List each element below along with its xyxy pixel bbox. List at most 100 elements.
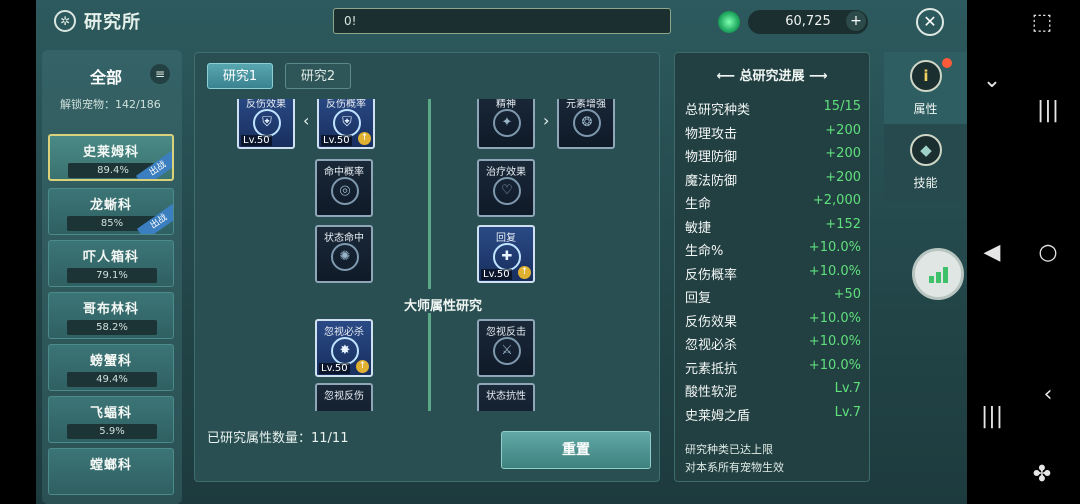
stat-row: 反伤概率 +10.0% [685, 262, 861, 284]
node-reflect-effect[interactable]: 反伤效果 ⛨ Lv.50 [237, 99, 295, 149]
stat-value: Lv.7 [834, 404, 861, 420]
target-icon: ◎ [331, 177, 359, 205]
counter-icon: ⚔ [493, 337, 521, 365]
shield-icon: ⛨ [333, 109, 361, 137]
upgrade-icon: ↑ [356, 360, 369, 373]
regen-icon: ✚ [493, 243, 521, 271]
stat-row: 敏捷 +152 [685, 215, 861, 237]
menu-icon[interactable]: ≡ [150, 64, 170, 84]
node-element-boost[interactable]: 元素增强 ❂ [557, 99, 615, 149]
family-progress: 79.1% [67, 268, 157, 283]
node-regen[interactable]: 回复 ✚ Lv.50 ↑ [477, 225, 535, 283]
stat-name: 忽视必杀 [685, 338, 738, 353]
stat-value: +50 [833, 287, 861, 302]
page-title: 研究所 [84, 12, 141, 33]
heart-icon: ♡ [493, 177, 521, 205]
tab-research-2[interactable]: 研究2 [285, 63, 351, 89]
stat-value: +10.0% [808, 334, 861, 349]
filter-all-label[interactable]: 全部 [90, 64, 122, 88]
stat-name: 回复 [685, 291, 712, 306]
stat-row: 回复 +50 [685, 285, 861, 307]
recents-icon[interactable]: ||| [1033, 98, 1063, 123]
stat-name: 酸性软泥 [685, 385, 738, 400]
stat-row: 史莱姆之盾 Lv.7 [685, 403, 861, 425]
node-status-resist[interactable]: 状态抗性 [477, 383, 535, 411]
node-heal-effect[interactable]: 治疗效果 ♡ [477, 159, 535, 217]
stat-value: +200 [825, 146, 861, 161]
node-status-hit[interactable]: 状态命中 ✺ [315, 225, 373, 283]
family-item-mantis[interactable]: 螳螂科 [48, 448, 174, 495]
menu-bars-icon[interactable]: ||| [977, 404, 1007, 429]
stat-row: 物理攻击 +200 [685, 121, 861, 143]
stat-value: +10.0% [808, 310, 861, 326]
family-name: 龙蜥科 [89, 198, 132, 213]
lab-emblem-icon: ✲ [54, 10, 76, 32]
node-hit-chance[interactable]: 命中概率 ◎ [315, 159, 373, 217]
researched-count: 已研究属性数量：11/11 [207, 431, 349, 446]
master-research-title: 大师属性研究 [403, 299, 482, 314]
top-bar: ✲ 研究所 0! 60,725 + ✕ [36, 0, 967, 44]
stat-name: 物理攻击 [685, 126, 738, 142]
stat-value: +10.0% [808, 263, 861, 279]
stat-name: 敏捷 [685, 220, 712, 236]
reset-button[interactable]: 重置 [501, 431, 651, 469]
stat-value: +200 [825, 169, 861, 185]
node-ignore-crit[interactable]: 忽视必杀 ✸ Lv.50 ↑ [315, 319, 373, 377]
tree-connector [428, 313, 431, 411]
game-controller-icon[interactable]: ✤ [1027, 462, 1057, 487]
family-item-mimic[interactable]: 吓人箱科 79.1% [48, 240, 174, 287]
chevron-right-icon[interactable]: › [543, 111, 549, 130]
burst-icon: ✸ [331, 337, 359, 365]
family-name: 史莱姆科 [82, 145, 139, 160]
floating-stats-button[interactable] [912, 248, 964, 300]
stat-name: 魔法防御 [685, 173, 738, 189]
node-ignore-reflect[interactable]: 忽视反伤 [315, 383, 373, 411]
family-name: 吓人箱科 [82, 250, 139, 265]
family-item-goblin[interactable]: 哥布林科 58.2% [48, 292, 174, 339]
family-item-slime[interactable]: 史莱姆科 89.4% 出战 [48, 134, 174, 181]
family-name: 哥布林科 [82, 302, 139, 317]
side-tabs: i 属性 ◆ 技能 [884, 52, 967, 202]
system-nav-bar: ⬚ ⌄ ||| ◀ ○ ‹ ||| ✤ [967, 0, 1080, 504]
node-reflect-chance[interactable]: 反伤概率 ⛨ Lv.50 ↑ [317, 99, 375, 149]
stat-row: 生命 +2,000 [685, 191, 861, 213]
research-tree[interactable]: 反伤效果 ⛨ Lv.50 ‹ 反伤概率 ⛨ Lv.50 ↑ 精神 ✦ › 元素增… [203, 99, 653, 411]
stat-name: 元素抵抗 [685, 361, 738, 377]
stat-row: 物理防御 +200 [685, 144, 861, 166]
chevron-down-icon[interactable]: ⌄ [977, 68, 1007, 93]
family-progress: 58.2% [67, 320, 157, 335]
tab-skills[interactable]: ◆ 技能 [884, 126, 967, 198]
stat-name: 生命% [685, 244, 724, 259]
tab-attributes[interactable]: i 属性 [884, 52, 967, 124]
family-item-bat[interactable]: 飞蝠科 5.9% [48, 396, 174, 443]
stat-row: 总研究种类 15/15 [685, 97, 861, 119]
stat-row: 反伤效果 +10.0% [685, 309, 861, 331]
back-icon[interactable]: ‹ [1033, 382, 1063, 407]
stat-value: +2,000 [812, 193, 861, 208]
chat-message-field[interactable]: 0! [333, 8, 671, 34]
gem-currency-icon [718, 11, 740, 33]
stat-value: +200 [825, 122, 861, 138]
home-icon[interactable]: ○ [1033, 240, 1063, 265]
app-icon[interactable]: ⬚ [1027, 10, 1057, 35]
shield-icon: ⛨ [253, 109, 281, 137]
chevron-left-icon[interactable]: ‹ [303, 111, 309, 130]
stats-panel: ⟵ 总研究进展 ⟶ 总研究种类 15/15 物理攻击 +200 物理防御 +200 魔法防御… [674, 52, 870, 482]
stat-row: 元素抵抗 +10.0% [685, 356, 861, 378]
family-item-crab[interactable]: 螃蟹科 49.4% [48, 344, 174, 391]
stat-name: 物理防御 [685, 150, 738, 165]
stat-value: Lv.7 [834, 381, 861, 396]
node-spirit[interactable]: 精神 ✦ [477, 99, 535, 149]
pointer-icon[interactable]: ◀ [977, 240, 1007, 265]
swirl-icon: ✺ [331, 243, 359, 271]
family-sidebar: 全部 ≡ 解锁宠物：142/186 史莱姆科 89.4% 出战 龙蜥科 85% … [42, 50, 182, 504]
close-button[interactable]: ✕ [916, 8, 944, 36]
stat-row: 酸性软泥 Lv.7 [685, 379, 861, 401]
unlocked-pets-count: 解锁宠物：142/186 [60, 98, 161, 111]
family-item-dragon-lizard[interactable]: 龙蜥科 85% 出战 [48, 188, 174, 235]
add-currency-button[interactable]: + [846, 11, 866, 31]
stats-title: ⟵ 总研究进展 ⟶ [716, 69, 828, 84]
tab-research-1[interactable]: 研究1 [207, 63, 273, 89]
node-ignore-counter[interactable]: 忽视反击 ⚔ [477, 319, 535, 377]
stats-note-limit: 研究种类已达上限 [685, 443, 773, 456]
